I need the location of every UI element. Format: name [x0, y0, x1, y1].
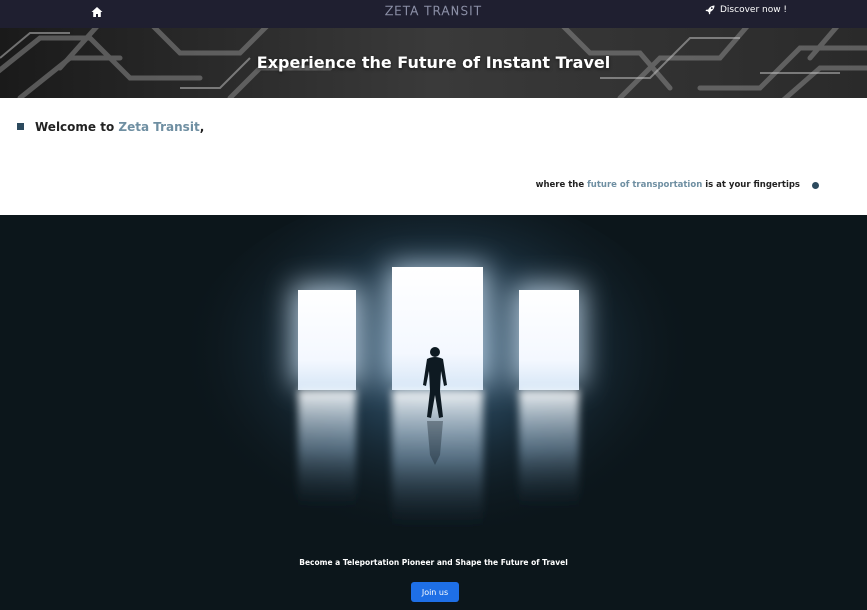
join-us-button[interactable]: Join us — [411, 582, 459, 602]
tagline-prefix: where the — [535, 180, 588, 190]
rocket-icon — [705, 5, 715, 15]
portal-doors-image — [0, 215, 867, 610]
welcome-prefix: Welcome to — [35, 120, 119, 134]
top-navbar: ZETA TRANSIT Discover now ! — [0, 0, 867, 28]
tagline-suffix: is at your fingertips — [702, 180, 800, 190]
circle-bullet-icon — [812, 182, 819, 189]
welcome-brand: Zeta Transit — [118, 120, 200, 134]
hero-banner: Experience the Future of Instant Travel — [0, 28, 867, 98]
banner-title: Experience the Future of Instant Travel — [256, 53, 611, 72]
discover-now-link[interactable]: Discover now ! — [705, 5, 787, 15]
square-bullet-icon — [17, 123, 24, 130]
welcome-suffix: , — [199, 120, 205, 134]
cta-heading: Become a Teleportation Pioneer and Shape… — [299, 558, 568, 567]
welcome-heading: Welcome to Zeta Transit, — [35, 120, 204, 134]
welcome-section: Welcome to Zeta Transit, where the futur… — [0, 98, 867, 215]
welcome-tagline: where the future of transportation is at… — [0, 180, 800, 190]
tagline-accent: future of transportation — [587, 180, 703, 190]
discover-now-label: Discover now ! — [720, 5, 788, 15]
portal-hero-section: Become a Teleportation Pioneer and Shape… — [0, 215, 867, 610]
